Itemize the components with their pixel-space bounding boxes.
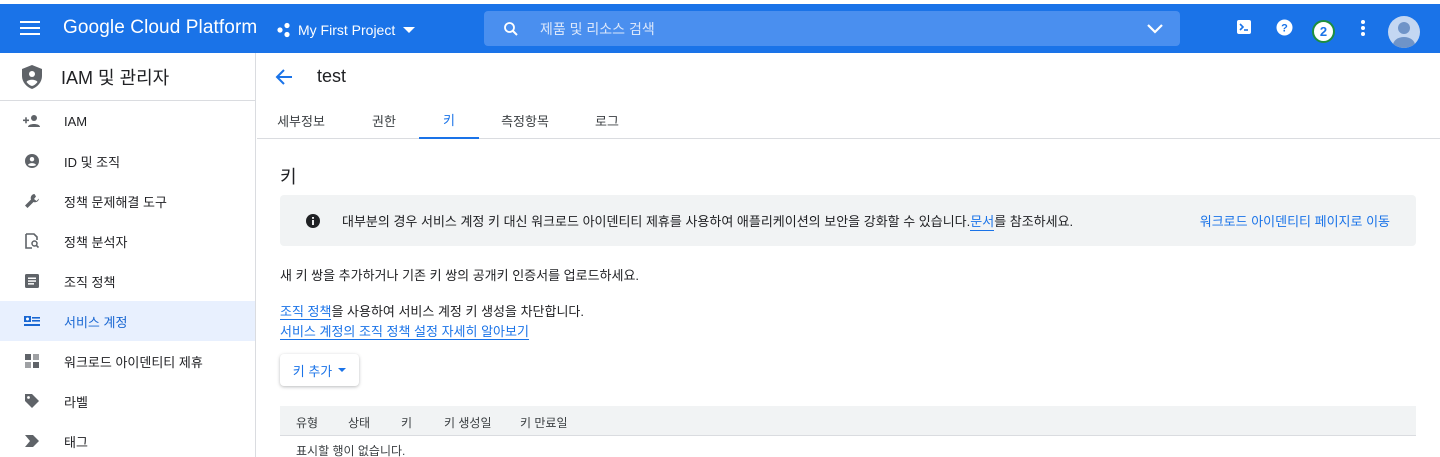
page-title: test [317,66,347,86]
project-selector[interactable]: My First Project [276,18,416,42]
search-icon [504,21,518,36]
svg-text:?: ? [1281,23,1288,35]
caret-down-icon [338,368,347,372]
column-expires[interactable]: 키 만료일 [520,414,568,431]
add-key-label: 키 추가 [292,363,333,379]
sidebar-item-service-accounts[interactable]: 서비스 계정 [0,301,255,341]
sidebar-item-label: 정책 문제해결 도구 [64,194,167,210]
wrench-icon [25,194,39,208]
add-key-description: 새 키 쌍을 추가하거나 기존 키 쌍의 공개키 인증서를 업로드하세요. [280,268,640,283]
column-created[interactable]: 키 생성일 [444,414,492,431]
service-account-icon [24,316,40,326]
column-key[interactable]: 키 [401,414,412,431]
sidebar-item-iam[interactable]: IAM [0,101,255,141]
arrow-back-icon[interactable] [275,68,293,85]
person-icon [1393,22,1415,48]
info-icon [306,213,320,228]
policy-analyzer-icon [25,233,39,249]
workload-identity-page-link[interactable]: 워크로드 아이덴티티 페이지로 이동 [1200,211,1390,230]
info-banner: 대부분의 경우 서비스 계정 키 대신 워크로드 아이덴티티 제휴를 사용하여 … [280,195,1416,246]
empty-table-message: 표시할 행이 없습니다. [296,444,406,457]
sidebar-item-tags[interactable]: 태그 [0,421,255,457]
sidebar-item-label: 태그 [64,434,88,450]
sidebar-item-label: 조직 정책 [64,274,116,290]
project-hierarchy-icon [277,22,290,38]
search-bar[interactable] [484,11,1180,46]
section-title: 키 [280,167,297,187]
list-icon [25,274,39,288]
page-header: test [257,53,1440,101]
main-content: test 세부정보 권한 키 측정항목 로그 키 대부분의 경우 서비스 계정 … [257,53,1440,457]
search-input[interactable] [540,20,1100,37]
person-add-icon [23,115,40,127]
chevron-down-icon[interactable] [1146,22,1164,36]
cloud-shell-icon[interactable] [1236,19,1252,35]
org-policy-text: 을 사용하여 서비스 계정 키 생성을 차단합니다. [331,304,584,319]
tab-keys[interactable]: 키 [419,101,479,139]
sidebar-item-label: 워크로드 아이덴티티 제휴 [64,354,203,370]
org-policy-description: 조직 정책을 사용하여 서비스 계정 키 생성을 차단합니다. [280,301,584,320]
sidebar-item-label: 정책 분석자 [64,234,128,250]
sidebar-title: IAM 및 관리자 [61,67,170,88]
tab-bar: 세부정보 권한 키 측정항목 로그 [257,101,1440,139]
brand-title[interactable]: Google Cloud Platform [63,17,257,39]
sidebar-item-labels[interactable]: 라벨 [0,381,255,421]
label-icon [25,394,39,408]
sidebar-item-identity[interactable]: ID 및 조직 [0,141,255,181]
table-header: 유형 상태 키 키 생성일 키 만료일 [280,406,1416,436]
help-icon[interactable]: ? [1276,19,1293,36]
sidebar-item-policy-analyzer[interactable]: 정책 분석자 [0,221,255,261]
account-circle-icon [25,154,39,168]
tab-permissions[interactable]: 권한 [357,101,411,139]
sidebar-item-label: 라벨 [64,394,88,410]
sidebar-item-org-policies[interactable]: 조직 정책 [0,261,255,301]
sidebar-item-workload-identity[interactable]: 워크로드 아이덴티티 제휴 [0,341,255,381]
sidebar-item-label: IAM [64,113,88,129]
tab-details[interactable]: 세부정보 [270,101,332,139]
workload-identity-icon [25,354,39,368]
learn-more-link[interactable]: 서비스 계정의 조직 정책 설정 자세히 알아보기 [280,324,529,340]
info-text: 대부분의 경우 서비스 계정 키 대신 워크로드 아이덴티티 제휴를 사용하여 … [342,214,971,229]
sidebar-item-policy-troubleshooter[interactable]: 정책 문제해결 도구 [0,181,255,221]
sidebar-item-label: ID 및 조직 [64,154,121,170]
chevron-down-icon [403,27,416,33]
more-vert-icon[interactable] [1360,19,1366,37]
sidebar-header: IAM 및 관리자 [0,53,255,101]
notifications-badge[interactable]: 2 [1312,20,1335,43]
info-text-end: 를 참조하세요. [994,214,1074,229]
docs-link[interactable]: 문서 [970,211,995,231]
project-name: My First Project [298,22,396,38]
learn-more: 서비스 계정의 조직 정책 설정 자세히 알아보기 [280,321,529,340]
menu-icon[interactable] [20,18,42,38]
tag-icon [25,435,39,447]
column-type[interactable]: 유형 [296,414,318,431]
column-status[interactable]: 상태 [348,414,370,431]
shield-icon [22,64,42,89]
sidebar-item-label: 서비스 계정 [64,314,128,330]
org-policy-link[interactable]: 조직 정책 [280,304,332,320]
tab-metrics[interactable]: 측정항목 [493,101,557,139]
sidebar: IAM 및 관리자 IAM ID 및 조직 정책 문제해결 도구 정책 분석자 … [0,53,256,457]
top-bar: Google Cloud Platform My First Project ?… [0,4,1440,53]
tab-logs[interactable]: 로그 [587,101,627,139]
avatar[interactable] [1388,16,1420,48]
add-key-button[interactable]: 키 추가 [280,354,359,386]
